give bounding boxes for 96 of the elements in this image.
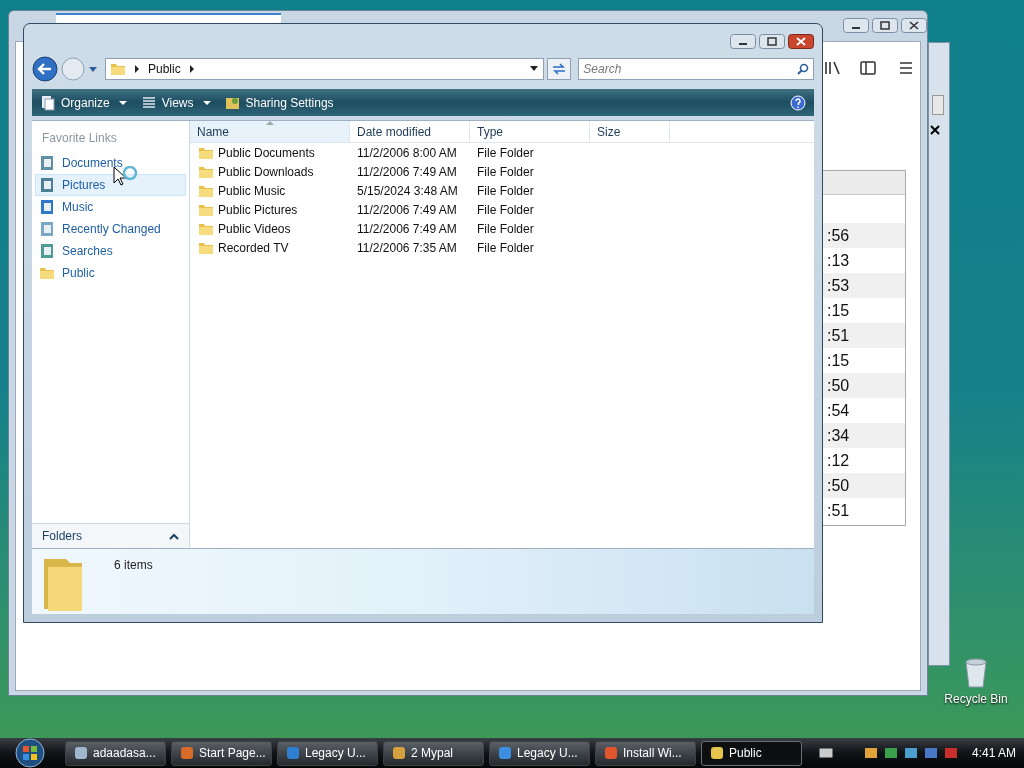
close-button[interactable] — [901, 18, 927, 33]
table-cell-text: :15 — [827, 300, 850, 321]
table-cell-text: :13 — [827, 250, 850, 271]
table-cell-text: File Folder — [476, 201, 535, 219]
file-name[interactable]: Recorded TV — [218, 238, 289, 257]
chevron-right-icon — [134, 65, 140, 73]
maximize-button[interactable] — [872, 18, 898, 33]
close-icon[interactable] — [930, 125, 940, 135]
sort-arrow-icon — [266, 120, 274, 125]
table-cell-text: :50 — [827, 375, 850, 396]
nav-item[interactable]: Recently Changed — [35, 218, 186, 240]
clock[interactable]: 4:41 AM — [971, 744, 1016, 762]
library-item-icon — [39, 221, 55, 237]
nav-item[interactable]: Pictures — [35, 174, 186, 196]
table-cell-text: File Folder — [476, 182, 535, 200]
maximize-button[interactable] — [759, 34, 785, 49]
file-name[interactable]: Public Documents — [218, 143, 315, 162]
list-view-icon — [140, 94, 157, 111]
search-field[interactable]: Search — [578, 58, 814, 80]
taskbar-button[interactable]: 2 Mypal — [383, 740, 484, 766]
toolbar-button[interactable]: Views — [140, 91, 211, 114]
file-name[interactable]: Public Pictures — [218, 200, 298, 219]
browser-tab[interactable] — [56, 13, 281, 23]
table-cell-text: :51 — [827, 500, 850, 521]
caret-icon — [118, 99, 127, 106]
folder-icon — [39, 265, 55, 281]
sidebar-icon[interactable] — [860, 60, 876, 76]
file-name[interactable]: Public Videos — [218, 219, 291, 238]
folder-icon — [110, 61, 126, 77]
app-icon — [498, 746, 512, 760]
nav-item[interactable]: Public — [35, 262, 186, 284]
toolbar-button[interactable]: Sharing Settings — [224, 91, 334, 114]
table-cell-text: 11/2/2006 8:00 AM — [356, 144, 458, 162]
menu-icon[interactable] — [898, 60, 914, 76]
library-item-icon — [39, 243, 55, 259]
app-icon — [604, 746, 618, 760]
breadcrumb-item[interactable]: Public — [148, 60, 181, 78]
column-header[interactable]: Name — [190, 121, 350, 142]
section-heading: Favorite Links — [41, 130, 118, 147]
table-cell-text: :53 — [827, 275, 850, 296]
taskbar-button[interactable]: Install Wi... — [595, 740, 696, 766]
chevron-up-icon — [169, 532, 179, 540]
taskbar-button[interactable]: Legacy U... — [277, 740, 378, 766]
table-cell-text: 11/2/2006 7:49 AM — [356, 220, 458, 238]
taskbar-button[interactable]: Public — [701, 740, 802, 766]
keyboard-icon[interactable] — [819, 748, 833, 758]
app-icon — [180, 746, 194, 760]
nav-item[interactable]: Music — [35, 196, 186, 218]
recycle-bin-icon[interactable] — [963, 656, 989, 688]
file-name[interactable]: Public Downloads — [218, 162, 314, 181]
table-cell-text: 5/15/2024 3:48 AM — [356, 182, 459, 200]
item-count: 6 items — [114, 557, 153, 574]
minimize-button[interactable] — [730, 34, 756, 49]
app-icon — [710, 746, 724, 760]
table-cell-text: File Folder — [476, 220, 535, 238]
table-cell-text: :54 — [827, 400, 850, 421]
refresh-button[interactable] — [547, 58, 572, 80]
help-icon[interactable] — [790, 94, 806, 111]
document-icon — [40, 94, 56, 111]
table-cell-text: 11/2/2006 7:35 AM — [356, 239, 458, 257]
table-cell-text: File Folder — [476, 239, 535, 257]
dropdown-icon[interactable] — [529, 65, 540, 73]
app-icon — [74, 746, 88, 760]
toolbar-button[interactable]: Organize — [40, 91, 127, 114]
app-icon — [392, 746, 406, 760]
library-item-icon — [39, 199, 55, 215]
search-icon — [797, 63, 809, 75]
taskbar-button[interactable]: Start Page... — [171, 740, 272, 766]
table-cell-text: File Folder — [476, 163, 535, 181]
table-cell-text: 11/2/2006 7:49 AM — [356, 201, 458, 219]
taskbar-button[interactable]: adaadasa... — [65, 740, 166, 766]
caret-icon — [202, 99, 211, 106]
table-cell-text: :51 — [827, 325, 850, 346]
nav-item[interactable]: Documents — [35, 152, 186, 174]
chevron-right-icon — [188, 65, 195, 73]
taskbar-button[interactable]: Legacy U... — [489, 740, 590, 766]
file-name[interactable]: Public Music — [218, 181, 286, 200]
table-cell-text: :56 — [827, 225, 850, 246]
library-icon[interactable] — [824, 60, 842, 76]
table-cell-text: :15 — [827, 350, 850, 371]
table-cell-text: :50 — [827, 475, 850, 496]
app-icon — [286, 746, 300, 760]
folders-bar[interactable]: Folders — [32, 523, 189, 548]
history-dropdown-icon[interactable] — [88, 64, 98, 74]
nav-item[interactable]: Searches — [35, 240, 186, 262]
desktop-icon-label[interactable]: Recycle Bin — [944, 690, 1008, 708]
table-cell-text: File Folder — [476, 144, 535, 162]
library-item-icon — [39, 177, 55, 193]
table-cell-text: 11/2/2006 7:49 AM — [356, 163, 458, 181]
table-cell-text: :34 — [827, 425, 850, 446]
minimize-button[interactable] — [843, 18, 869, 33]
library-item-icon — [39, 155, 55, 171]
address-field[interactable]: Public — [105, 58, 545, 80]
back-button[interactable] — [32, 56, 58, 82]
table-cell-text: :12 — [827, 450, 850, 471]
close-button[interactable] — [788, 34, 814, 49]
